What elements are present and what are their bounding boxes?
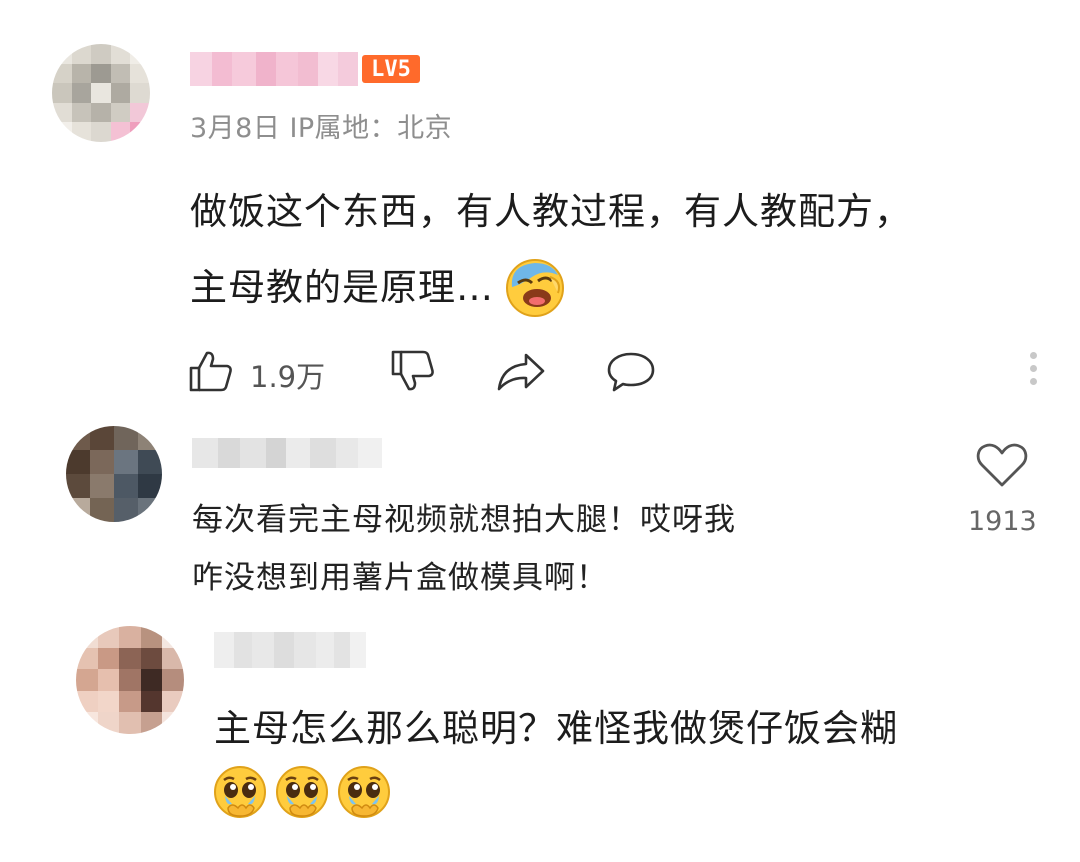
pleading-face-emoji-icon — [338, 766, 390, 818]
level-badge: LV5 — [362, 55, 420, 83]
comment-text-line2: 主母教的是原理… — [190, 250, 566, 326]
reply1-text-line2: 咋没想到用薯片盒做模具啊！ — [192, 560, 608, 596]
username-blurred[interactable] — [190, 52, 358, 86]
like-count: 1.9万 — [250, 360, 326, 394]
comment-meta: 3月8日 IP属地：北京 — [190, 113, 453, 144]
pleading-face-emoji-icon — [276, 766, 328, 818]
more-options-icon[interactable] — [1027, 352, 1039, 392]
thumbs-up-icon[interactable] — [188, 349, 234, 393]
reply1-text-line1: 每次看完主母视频就想拍大腿！哎呀我 — [192, 502, 736, 538]
comment-text-line1: 做饭这个东西，有人教过程，有人教配方， — [190, 190, 912, 233]
avatar[interactable] — [52, 44, 150, 142]
reply1-username-blurred[interactable] — [192, 438, 382, 468]
reply1-avatar[interactable] — [66, 426, 162, 522]
share-icon[interactable] — [496, 352, 546, 392]
reply2-username-blurred[interactable] — [214, 632, 366, 668]
comment-text-line2-text: 主母教的是原理… — [190, 266, 494, 309]
reply2-text: 主母怎么那么聪明？难怪我做煲仔饭会糊 — [214, 707, 898, 750]
thumbs-down-icon[interactable] — [390, 349, 436, 393]
pleading-face-emoji-icon — [214, 766, 266, 818]
reply2-emoji-row — [212, 764, 392, 820]
laughing-crying-emoji-icon — [506, 259, 564, 317]
heart-icon[interactable] — [975, 441, 1029, 489]
reply1-like-count: 1913 — [968, 506, 1037, 537]
comment-icon[interactable] — [606, 351, 656, 393]
reply2-avatar[interactable] — [76, 626, 184, 734]
